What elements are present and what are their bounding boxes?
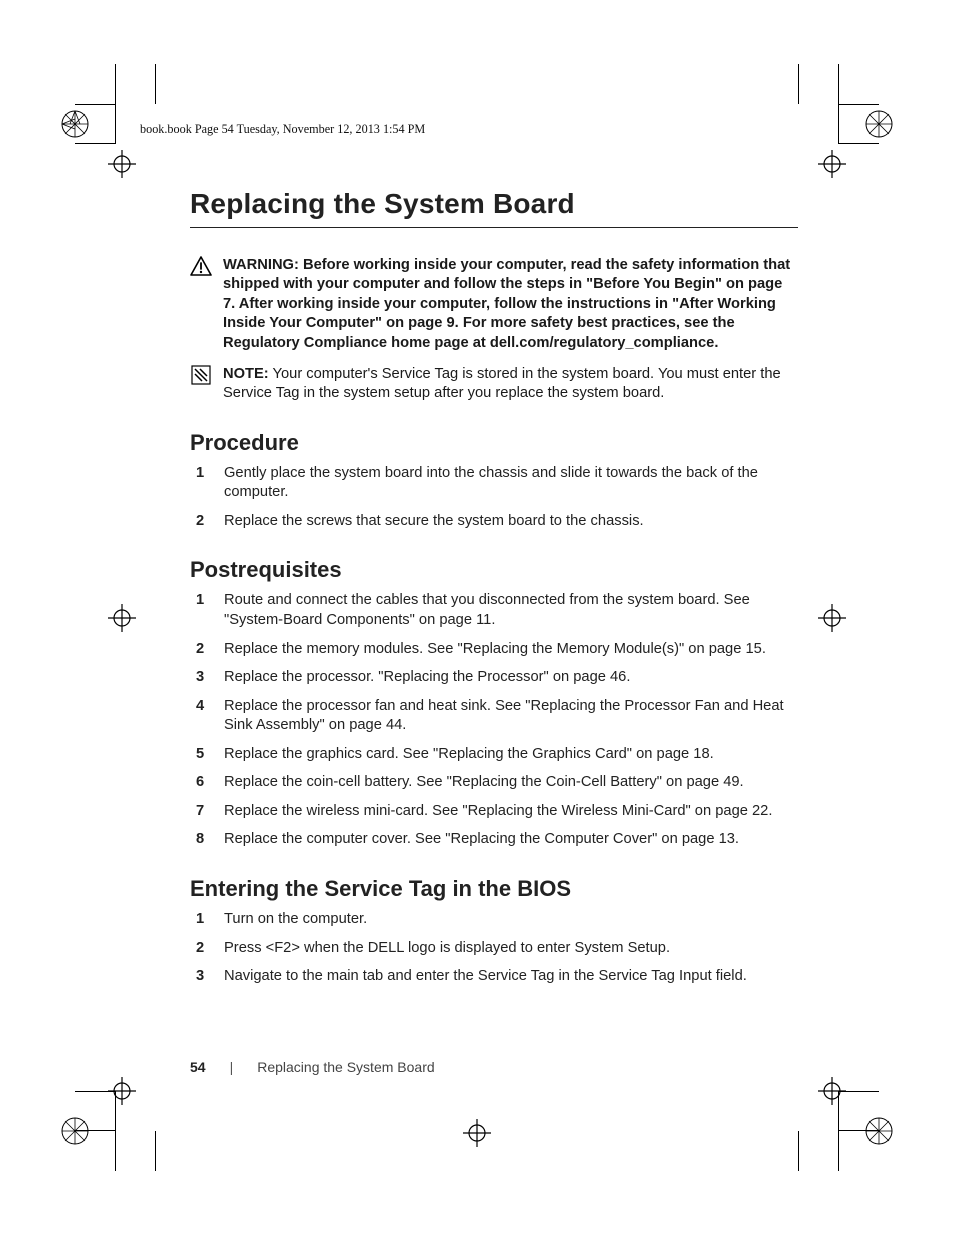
crop-tick bbox=[798, 1131, 799, 1171]
bios-heading: Entering the Service Tag in the BIOS bbox=[190, 876, 798, 902]
crop-tick bbox=[75, 143, 115, 144]
postrequisites-steps: Route and connect the cables that you di… bbox=[190, 591, 798, 849]
running-header: book.book Page 54 Tuesday, November 12, … bbox=[140, 122, 425, 137]
list-item: Replace the wireless mini-card. See "Rep… bbox=[212, 802, 798, 822]
title-rule bbox=[190, 227, 798, 228]
crosshair-icon bbox=[108, 1077, 136, 1105]
registration-mark-icon bbox=[60, 109, 90, 139]
crop-tick bbox=[839, 143, 879, 144]
note-text: NOTE: Your computer's Service Tag is sto… bbox=[223, 365, 798, 404]
content-area: Replacing the System Board WARNING: Befo… bbox=[190, 188, 798, 996]
bios-step3-bold: Service Tag Input bbox=[599, 968, 712, 984]
postrequisites-heading: Postrequisites bbox=[190, 557, 798, 583]
list-item: Replace the screws that secure the syste… bbox=[212, 512, 798, 532]
list-item: Navigate to the main tab and enter the S… bbox=[212, 967, 798, 987]
note-callout: NOTE: Your computer's Service Tag is sto… bbox=[190, 365, 798, 404]
registration-mark-icon bbox=[864, 109, 894, 139]
crop-tick bbox=[838, 64, 839, 144]
footer-section-title: Replacing the System Board bbox=[257, 1059, 434, 1075]
crop-tick bbox=[155, 1131, 156, 1171]
crosshair-icon bbox=[818, 1077, 846, 1105]
list-item: Gently place the system board into the c… bbox=[212, 464, 798, 503]
bios-steps: Turn on the computer. Press <F2> when th… bbox=[190, 910, 798, 987]
crosshair-icon bbox=[818, 604, 846, 632]
crop-tick bbox=[798, 64, 799, 104]
warning-icon bbox=[190, 256, 212, 353]
note-body: Your computer's Service Tag is stored in… bbox=[223, 366, 781, 401]
list-item: Replace the computer cover. See "Replaci… bbox=[212, 830, 798, 850]
warning-body: Before working inside your computer, rea… bbox=[223, 257, 790, 351]
page-footer: 54 | Replacing the System Board bbox=[190, 1059, 435, 1075]
list-item: Replace the graphics card. See "Replacin… bbox=[212, 745, 798, 765]
list-item: Turn on the computer. bbox=[212, 910, 798, 930]
page-number: 54 bbox=[190, 1059, 206, 1075]
registration-mark-icon bbox=[864, 1116, 894, 1146]
footer-divider: | bbox=[230, 1059, 234, 1075]
crop-tick bbox=[115, 64, 116, 144]
crosshair-icon bbox=[108, 150, 136, 178]
procedure-heading: Procedure bbox=[190, 430, 798, 456]
list-item: Replace the processor. "Replacing the Pr… bbox=[212, 668, 798, 688]
list-item: Press <F2> when the DELL logo is display… bbox=[212, 939, 798, 959]
procedure-steps: Gently place the system board into the c… bbox=[190, 464, 798, 532]
crosshair-icon bbox=[108, 604, 136, 632]
warning-callout: WARNING: Before working inside your comp… bbox=[190, 256, 798, 353]
warning-label: WARNING: bbox=[223, 257, 299, 273]
list-item: Replace the coin-cell battery. See "Repl… bbox=[212, 773, 798, 793]
note-icon bbox=[190, 365, 212, 404]
crop-tick bbox=[839, 104, 879, 105]
warning-text: WARNING: Before working inside your comp… bbox=[223, 256, 798, 353]
note-label: NOTE: bbox=[223, 366, 269, 382]
crop-tick bbox=[155, 64, 156, 104]
crosshair-icon bbox=[818, 150, 846, 178]
registration-mark-icon bbox=[60, 1116, 90, 1146]
page: book.book Page 54 Tuesday, November 12, … bbox=[0, 0, 954, 1235]
list-item: Replace the memory modules. See "Replaci… bbox=[212, 640, 798, 660]
crop-tick bbox=[75, 104, 115, 105]
list-item: Route and connect the cables that you di… bbox=[212, 591, 798, 630]
list-item: Replace the processor fan and heat sink.… bbox=[212, 697, 798, 736]
bios-step3-prefix: Navigate to the main tab and enter the S… bbox=[224, 968, 599, 984]
page-title: Replacing the System Board bbox=[190, 188, 798, 220]
bios-step3-suffix: field. bbox=[712, 968, 747, 984]
crosshair-icon bbox=[463, 1119, 491, 1147]
